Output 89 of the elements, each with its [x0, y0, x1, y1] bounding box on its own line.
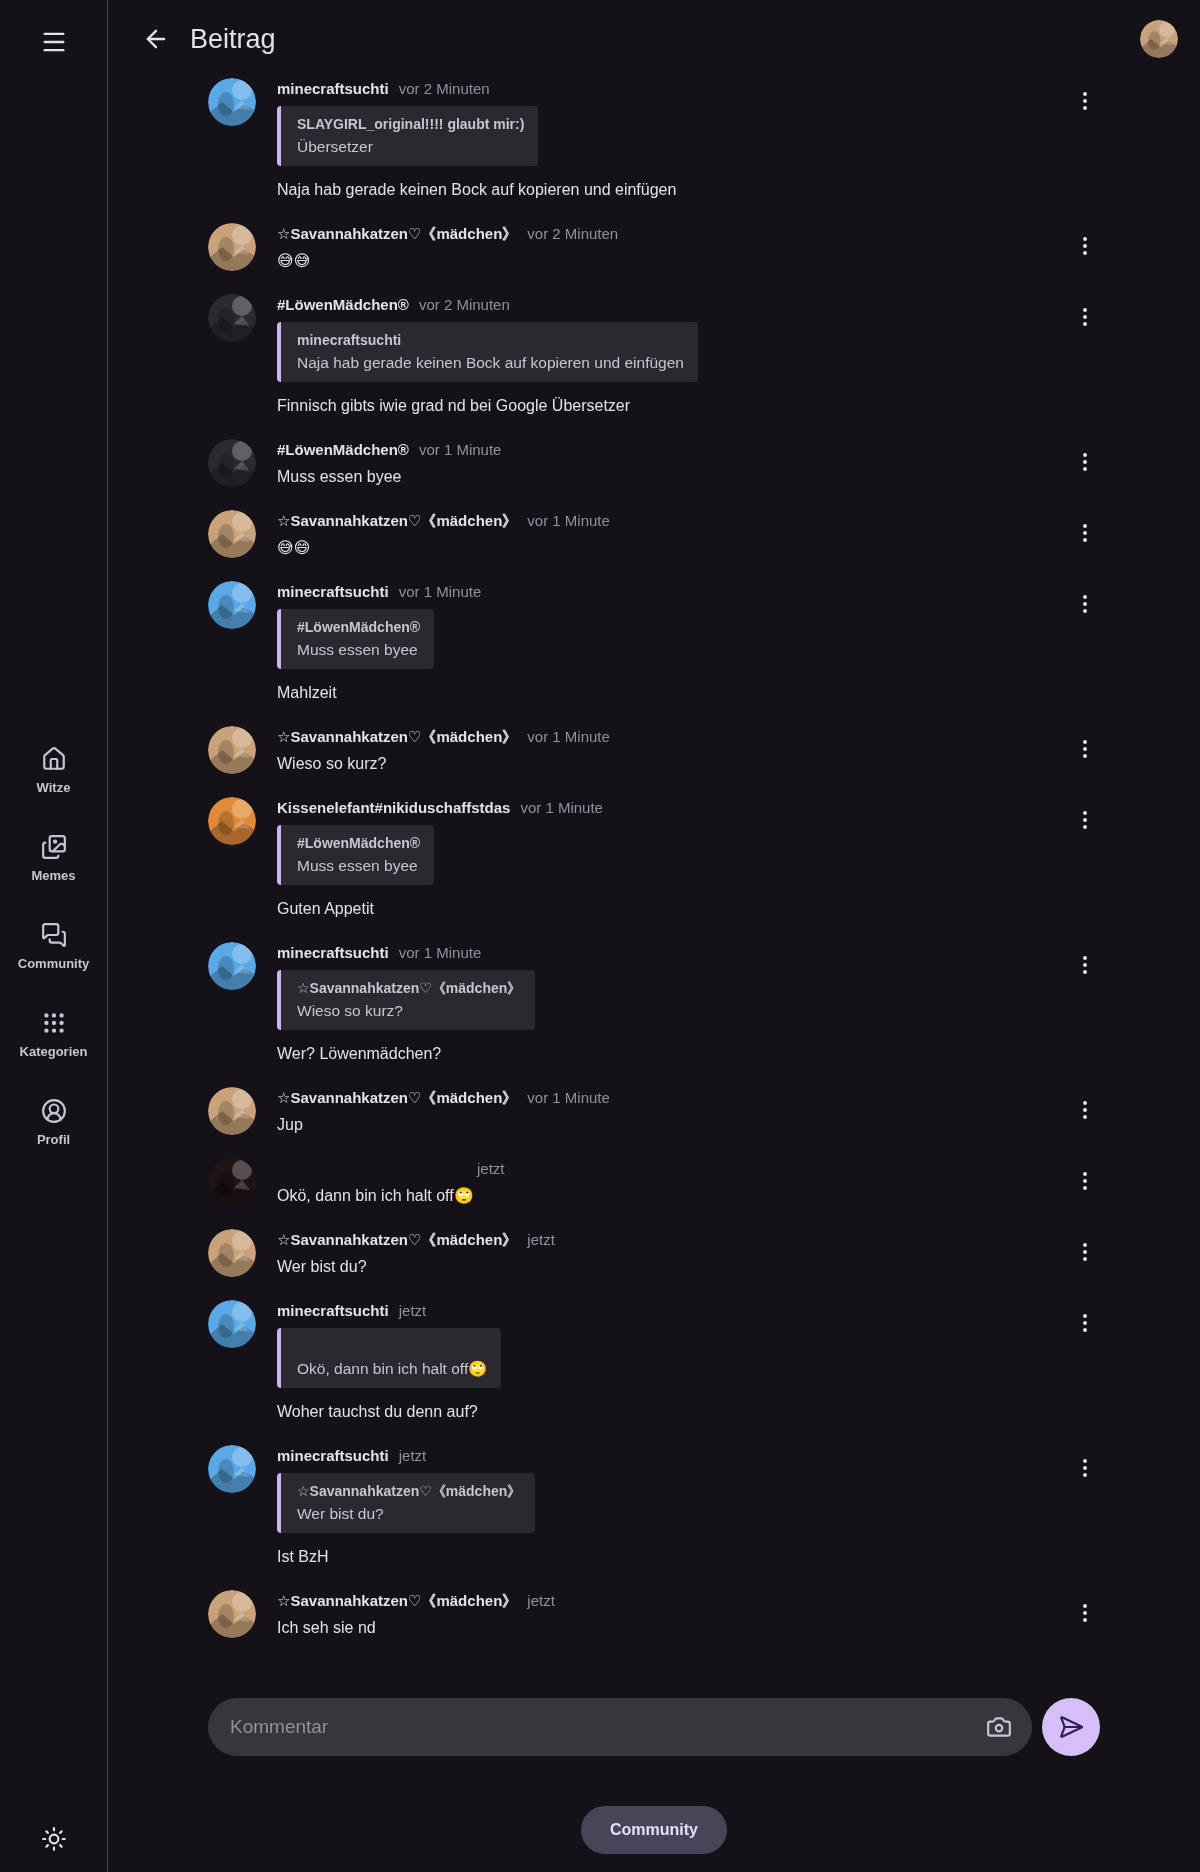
more-icon — [1083, 740, 1087, 758]
comment-text: Muss essen byee — [277, 467, 403, 487]
author-name: #LöwenMädchen® — [277, 440, 409, 460]
timestamp: jetzt — [527, 1230, 555, 1250]
home-icon — [40, 746, 67, 772]
send-button[interactable] — [1042, 1698, 1100, 1756]
images-icon — [40, 834, 67, 860]
comment-text: Woher tauchst du denn auf? — [277, 1402, 479, 1422]
comment-text: Wieso so kurz? — [277, 754, 388, 774]
timestamp: jetzt — [398, 1301, 427, 1321]
chat-icon — [40, 922, 67, 948]
quote-author: ☆Savannahkatzen♡《mädchen》 — [297, 1482, 522, 1500]
author-name: ☆Savannahkatzen♡《mädchen》 — [277, 224, 518, 244]
profile-icon — [40, 1098, 67, 1124]
timestamp: vor 2 Minuten — [418, 295, 510, 315]
quote-text: Naja hab gerade keinen Bock auf kopieren und einfügen — [297, 353, 684, 373]
quote-author: ☆Savannahkatzen♡《mädchen》 — [297, 979, 522, 997]
author-name: minecraftsuchti — [277, 582, 389, 602]
timestamp: jetzt — [398, 1446, 427, 1466]
timestamp: vor 1 Minute — [527, 511, 610, 531]
quote-text: Wieso so kurz? — [297, 1001, 404, 1021]
author-name: Kissenelefant#nikiduschaffstdas — [277, 798, 511, 818]
author-name: minecraftsuchti — [277, 79, 389, 99]
camera-icon[interactable] — [986, 1714, 1012, 1740]
nav-item[interactable]: Profil — [17, 1098, 90, 1156]
comment-text: Mahlzeit — [277, 683, 338, 703]
author-name: #LöwenMädchen® — [277, 295, 409, 315]
send-icon — [1058, 1714, 1084, 1740]
comment-text: Jup — [277, 1115, 304, 1135]
timestamp: jetzt — [477, 1159, 505, 1179]
timestamp: vor 1 Minute — [520, 798, 603, 818]
author-name: ☆Savannahkatzen♡《mädchen》 — [277, 1088, 518, 1108]
comment-input[interactable]: Kommentar — [228, 1715, 976, 1739]
nav-item[interactable]: Witze — [17, 746, 90, 804]
more-icon — [1083, 1172, 1087, 1190]
comment-text: Ist BzH — [277, 1547, 330, 1567]
timestamp: vor 1 Minute — [527, 1088, 610, 1108]
community-button[interactable]: Community — [581, 1806, 727, 1854]
more-icon — [1083, 524, 1087, 542]
author-name: ☆Savannahkatzen♡《mädchen》 — [277, 1230, 518, 1250]
timestamp: vor 2 Minuten — [398, 79, 490, 99]
author-name: ☆Savannahkatzen♡《mädchen》 — [277, 511, 518, 531]
more-icon — [1083, 595, 1087, 613]
comment-text: Naja hab gerade keinen Bock auf kopieren und einfügen — [277, 180, 678, 200]
nav-item[interactable]: Memes — [17, 834, 90, 892]
more-icon — [1083, 1604, 1087, 1622]
quote-author: #LöwenMädchen® — [297, 834, 421, 852]
quote-author: minecraftsuchti — [297, 331, 403, 349]
page-title: Beitrag — [190, 23, 277, 55]
author-name: minecraftsuchti — [277, 1301, 389, 1321]
timestamp: jetzt — [527, 1591, 555, 1611]
quote-author: SLAYGIRL_original!!!! glaubt mir:) — [297, 115, 525, 133]
more-icon — [1083, 92, 1087, 110]
quote-text: Wer bist du? — [297, 1504, 385, 1524]
author-name: ☆Savannahkatzen♡《mädchen》 — [277, 1591, 518, 1611]
timestamp: vor 2 Minuten — [527, 224, 619, 244]
quote-text: Okö, dann bin ich halt off🙄 — [297, 1359, 488, 1379]
more-icon — [1083, 811, 1087, 829]
more-icon — [1083, 1314, 1087, 1332]
comment-text: Ich seh sie nd — [277, 1618, 377, 1638]
comment-text: Wer? Löwenmädchen? — [277, 1044, 443, 1064]
comment-text: Okö, dann bin ich halt off🙄 — [277, 1186, 475, 1206]
more-icon — [1083, 1459, 1087, 1477]
more-icon — [1083, 1101, 1087, 1119]
comment-text: 😅😄 — [277, 538, 312, 558]
more-icon — [1083, 453, 1087, 471]
quote-author: #LöwenMädchen® — [297, 618, 421, 636]
quote-text: Muss essen byee — [297, 856, 419, 876]
nav-item[interactable]: Kategorien — [17, 1010, 90, 1068]
timestamp: vor 1 Minute — [398, 943, 482, 963]
quote-text: Übersetzer — [297, 137, 374, 157]
comment-text: Wer bist du? — [277, 1257, 368, 1277]
comment-text: 😅😅 — [277, 251, 312, 271]
comment-text: Guten Appetit — [277, 899, 375, 919]
author-name: minecraftsuchti — [277, 1446, 389, 1466]
quote-text: Muss essen byee — [297, 640, 419, 660]
timestamp: vor 1 Minute — [418, 440, 502, 460]
more-icon — [1083, 308, 1087, 326]
timestamp: vor 1 Minute — [527, 727, 610, 747]
author-name: minecraftsuchti — [277, 943, 389, 963]
more-icon — [1083, 237, 1087, 255]
more-icon — [1083, 956, 1087, 974]
comment-field[interactable]: Kommentar — [208, 1698, 1032, 1756]
comment-text: Finnisch gibts iwie grad nd bei Google Übersetzer — [277, 396, 632, 416]
nav-item[interactable]: Community — [17, 922, 90, 980]
timestamp: vor 1 Minute — [398, 582, 482, 602]
more-icon — [1083, 1243, 1087, 1261]
author-name: ☆Savannahkatzen♡《mädchen》 — [277, 727, 518, 747]
sun-icon — [40, 1826, 67, 1852]
